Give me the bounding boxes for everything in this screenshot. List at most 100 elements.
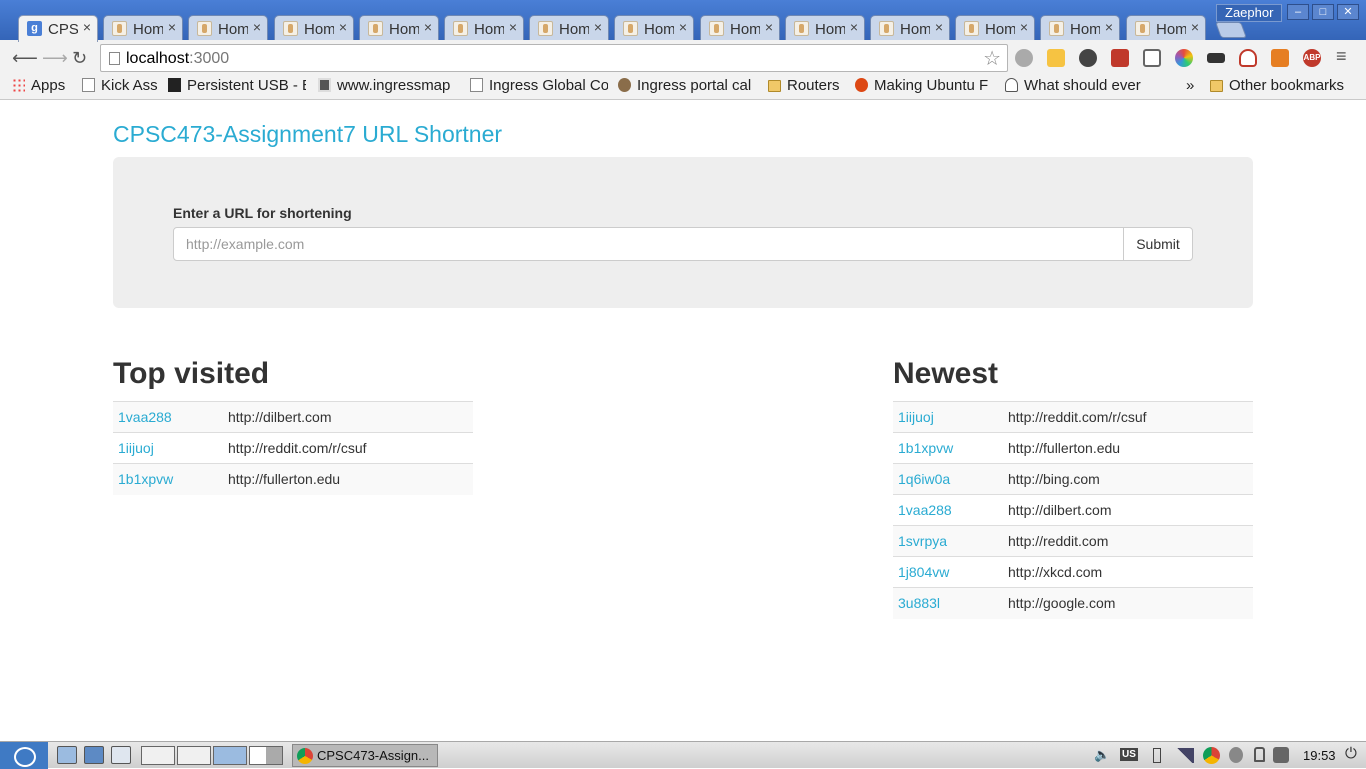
short-code-link[interactable]: 1vaa288 [113,401,223,433]
keyboard-layout-indicator[interactable]: US [1120,748,1138,761]
start-menu-button[interactable] [0,742,48,769]
dark-site-icon [168,78,181,92]
tab-close-icon[interactable]: × [1191,19,1199,35]
submit-button[interactable]: Submit [1123,227,1193,261]
tab-close-icon[interactable]: × [679,19,687,35]
volume-icon[interactable]: 🔈 [1094,747,1110,763]
bookmark-item[interactable]: Ingress portal cal [618,77,756,94]
browser-tab[interactable]: Hom × [103,15,183,41]
browser-tab[interactable]: Hom × [359,15,439,41]
new-tab-button[interactable] [1215,22,1247,38]
tab-title: CPSC [48,21,78,38]
bookmark-item[interactable]: www.ingressmap [318,77,458,94]
minimize-window-button[interactable]: – [1287,4,1309,20]
short-code-link[interactable]: 3u883l [893,587,1003,619]
short-code-link[interactable]: 1j804vw [893,556,1003,588]
workspace-4[interactable] [249,746,283,765]
extension-alien-icon[interactable] [1015,49,1033,67]
back-button[interactable]: ⟵ [12,48,38,69]
short-code-link[interactable]: 1iijuoj [113,432,223,464]
short-code-link[interactable]: 1q6iw0a [893,463,1003,495]
tab-close-icon[interactable]: × [339,19,347,35]
cast-icon[interactable] [1143,49,1161,67]
tab-close-icon[interactable]: × [83,19,91,35]
browser-tab[interactable]: Hom × [700,15,780,41]
tab-close-icon[interactable]: × [253,19,261,35]
tab-close-icon[interactable]: × [935,19,943,35]
tab-close-icon[interactable]: × [1020,19,1028,35]
browser-tab[interactable]: g CPSC × [18,15,98,42]
tab-close-icon[interactable]: × [1105,19,1113,35]
battery-icon[interactable] [1153,748,1161,763]
chrome-tray-icon[interactable] [1203,747,1220,764]
browser-tab[interactable]: Hom × [274,15,354,41]
network-app-icon[interactable] [84,746,104,764]
page-favicon-icon [623,21,638,36]
tab-close-icon[interactable]: × [509,19,517,35]
bookmark-star-icon[interactable]: ☆ [983,46,1001,71]
maximize-window-button[interactable]: □ [1312,4,1334,20]
extension-heart-icon[interactable] [1239,49,1257,67]
address-bar[interactable]: localhost:3000 ☆ [100,44,1008,72]
page-favicon-icon [1049,21,1064,36]
tab-close-icon[interactable]: × [424,19,432,35]
bookmark-item[interactable]: Routers [768,77,846,94]
extension-sparkle-icon[interactable] [1047,49,1065,67]
bookmark-item[interactable]: Persistent USB - E [168,77,306,94]
extension-incognito-icon[interactable] [1207,53,1225,63]
chrome-menu-icon[interactable]: ≡ [1336,46,1347,67]
short-code-link[interactable]: 1svrpya [893,525,1003,557]
file-manager-icon[interactable] [57,746,77,764]
extension-gear-icon[interactable] [1079,49,1097,67]
short-code-link[interactable]: 1b1xpvw [893,432,1003,464]
signal-icon[interactable] [1176,748,1194,763]
tab-close-icon[interactable]: × [765,19,773,35]
workspace-2[interactable] [177,746,211,765]
extension-color-wheel-icon[interactable] [1175,49,1193,67]
close-window-button[interactable]: ✕ [1337,4,1359,20]
app-title-link[interactable]: CPSC473-Assignment7 URL Shortner [113,121,502,148]
browser-tab[interactable]: Hom × [614,15,694,41]
tab-title: Hom [644,21,674,38]
power-icon[interactable]: ⏻ [1345,745,1357,762]
bookmark-item[interactable]: Kick Ass [82,77,158,94]
lock-icon[interactable] [1254,747,1265,762]
terminal-icon[interactable] [111,746,131,764]
bookmarks-overflow-button[interactable]: » [1186,77,1194,94]
short-code-link[interactable]: 1iijuoj [893,401,1003,433]
folder-icon [768,80,781,92]
bookmark-item[interactable]: Making Ubuntu F [855,77,993,94]
browser-tab[interactable]: Hom × [1126,15,1206,41]
browser-tab[interactable]: Hom × [870,15,950,41]
hangouts-tray-icon[interactable] [1229,747,1243,763]
workspace-3[interactable] [213,746,247,765]
short-code-link[interactable]: 1b1xpvw [113,463,223,495]
bookmark-item[interactable]: Apps [12,77,72,94]
taskbar-chrome-window[interactable]: CPSC473-Assign... [292,744,438,767]
browser-tab-strip: gCPSC×Hom×Hom×Hom×Hom×Hom×Hom×Hom×Hom×Ho… [0,0,1366,42]
extension-chart-icon[interactable] [1271,49,1289,67]
extension-red-icon[interactable] [1111,49,1129,67]
table-row: 1j804vw http://xkcd.com [893,556,1253,588]
browser-tab[interactable]: Hom × [188,15,268,41]
workspace-1[interactable] [141,746,175,765]
tab-close-icon[interactable]: × [594,19,602,35]
browser-tab[interactable]: Hom × [1040,15,1120,41]
browser-tab[interactable]: Hom × [529,15,609,41]
url-input[interactable]: http://example.com [173,227,1124,261]
profile-button[interactable]: Zaephor [1216,4,1283,22]
bookmark-item[interactable]: Ingress Global Co [470,77,608,94]
tab-close-icon[interactable]: × [168,19,176,35]
browser-tab[interactable]: Hom × [785,15,865,41]
other-bookmarks-folder[interactable]: Other bookmarks [1210,77,1344,94]
forward-button[interactable]: ⟶ [42,48,68,69]
tab-close-icon[interactable]: × [850,19,858,35]
browser-tab[interactable]: Hom × [444,15,524,41]
page-favicon-icon [368,21,383,36]
bookmark-item[interactable]: What should ever [1005,77,1143,94]
browser-tab[interactable]: Hom × [955,15,1035,41]
short-code-link[interactable]: 1vaa288 [893,494,1003,526]
sync-tray-icon[interactable] [1273,747,1289,763]
adblock-plus-icon[interactable]: ABP [1303,49,1321,67]
reload-button[interactable]: ↻ [72,48,87,69]
